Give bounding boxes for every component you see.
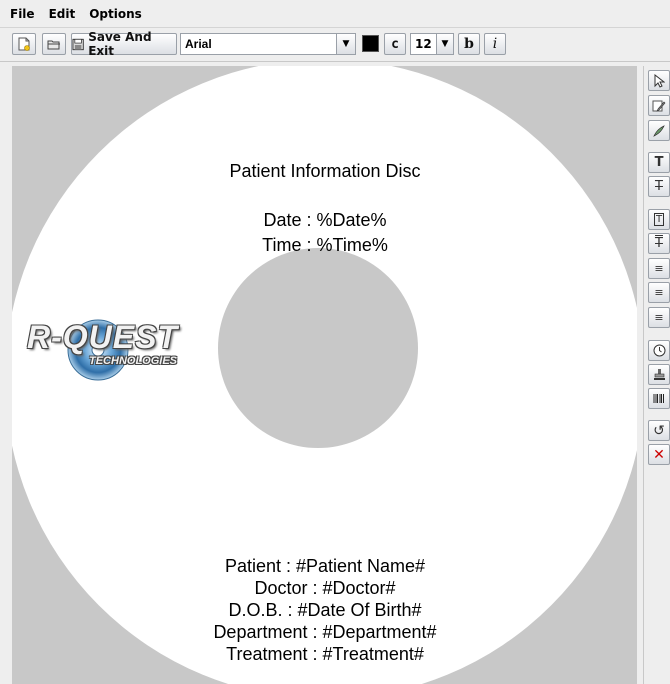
text-overline-tool-button[interactable]: T	[648, 233, 670, 254]
disc-label[interactable]: Patient Information Disc Date : %Date% T…	[12, 66, 637, 684]
paint-icon	[653, 124, 665, 137]
menu-options[interactable]: Options	[87, 6, 144, 22]
center-text-label: c	[391, 36, 399, 52]
text-box-tool-button[interactable]: T	[648, 209, 670, 230]
logo-word: R-QUEST	[27, 319, 178, 355]
align-left-icon: ≡	[654, 262, 664, 275]
select-tool-button[interactable]	[648, 70, 670, 91]
align-right-icon: ≡	[654, 311, 664, 324]
text-overline-icon: T	[655, 236, 663, 251]
edit-icon	[652, 100, 666, 112]
chevron-down-icon[interactable]: ▼	[436, 34, 453, 54]
menu-edit[interactable]: Edit	[47, 6, 78, 22]
logo-subtitle: TECHNOLOGIES	[89, 355, 178, 367]
save-and-exit-label: Save And Exit	[88, 30, 152, 58]
text-icon: T	[654, 155, 664, 170]
dob-text[interactable]: D.O.B. : #Date Of Birth#	[12, 599, 637, 621]
align-right-button[interactable]: ≡	[648, 307, 670, 328]
open-folder-icon	[47, 40, 60, 50]
save-disk-icon	[72, 38, 84, 50]
chevron-down-icon[interactable]: ▼	[336, 34, 355, 54]
align-center-button[interactable]: ≡	[648, 282, 670, 303]
text-strike-icon: T	[655, 179, 663, 194]
font-family-select[interactable]: Arial ▼	[180, 33, 356, 55]
text-strike-tool-button[interactable]: T	[648, 176, 670, 197]
bold-button[interactable]: b	[458, 33, 480, 55]
edit-tool-button[interactable]	[648, 95, 670, 116]
font-size-select[interactable]: 12 ▼	[410, 33, 454, 55]
treatment-text[interactable]: Treatment : #Treatment#	[12, 643, 637, 665]
text-box-icon: T	[653, 213, 665, 226]
new-layout-button[interactable]	[12, 33, 36, 55]
clock-tool-button[interactable]	[648, 340, 670, 361]
rotate-button[interactable]: ↺	[648, 420, 670, 441]
tools-panel: T T T T ≡ ≡ ≡ ↺ ✕	[643, 66, 670, 684]
stamp-tool-button[interactable]	[648, 364, 670, 385]
design-canvas[interactable]: Patient Information Disc Date : %Date% T…	[12, 66, 637, 684]
align-left-button[interactable]: ≡	[648, 258, 670, 279]
department-text[interactable]: Department : #Department#	[12, 621, 637, 643]
open-button[interactable]	[42, 33, 66, 55]
menu-bar: File Edit Options	[0, 0, 670, 28]
delete-button[interactable]: ✕	[648, 444, 670, 465]
italic-label: i	[492, 36, 498, 52]
color-swatch[interactable]	[362, 35, 379, 52]
bold-label: b	[464, 36, 474, 52]
select-arrow-icon	[654, 73, 665, 88]
patient-text[interactable]: Patient : #Patient Name#	[12, 555, 637, 577]
barcode-icon	[653, 394, 664, 403]
font-family-value: Arial	[185, 37, 212, 51]
rotate-icon: ↺	[653, 422, 665, 439]
align-center-icon: ≡	[654, 286, 664, 299]
delete-icon: ✕	[653, 446, 665, 463]
clock-icon	[653, 344, 665, 357]
disc-center-hole	[218, 248, 418, 448]
center-text-button[interactable]: c	[384, 33, 406, 55]
new-document-icon	[18, 37, 30, 51]
date-text[interactable]: Date : %Date%	[12, 209, 637, 231]
italic-button[interactable]: i	[484, 33, 506, 55]
save-and-exit-button[interactable]: Save And Exit	[71, 30, 177, 58]
text-tool-button[interactable]: T	[648, 152, 670, 173]
barcode-tool-button[interactable]	[648, 388, 670, 409]
time-text[interactable]: Time : %Time%	[12, 234, 637, 256]
font-size-value: 12	[415, 37, 432, 51]
doctor-text[interactable]: Doctor : #Doctor#	[12, 577, 637, 599]
disc-title-text[interactable]: Patient Information Disc	[12, 161, 637, 182]
toolbar: Save And Exit Arial ▼ c 12 ▼ b i	[0, 28, 670, 62]
stamp-icon	[653, 369, 665, 380]
paint-tool-button[interactable]	[648, 120, 670, 141]
menu-file[interactable]: File	[8, 6, 37, 22]
rquest-logo[interactable]: R-QUEST TECHNOLOGIES	[23, 317, 223, 387]
